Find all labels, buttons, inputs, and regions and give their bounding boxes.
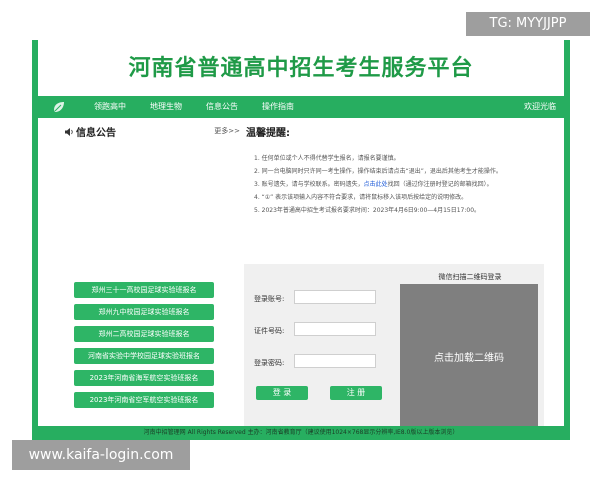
qr-load-text: 点击加载二维码	[434, 352, 504, 364]
signup-button-2[interactable]: 郑州九中校园足球实验班报名	[74, 304, 214, 320]
account-row: 登录账号:	[254, 290, 384, 308]
login-button[interactable]: 登 录	[256, 386, 308, 400]
tip-item-3: 3. 账号遗失，请与学校联系。密码遗失，点击此处找回（通过你注册时登记的邮箱找回…	[254, 178, 544, 191]
more-link[interactable]: 更多>>	[214, 126, 240, 136]
register-button[interactable]: 注 册	[330, 386, 382, 400]
tip-item-2: 2. 同一台电脑同时只许同一考生操作，操作结束后请点击“退出”，退出后其他考生才…	[254, 168, 502, 175]
signup-button-5[interactable]: 2023年河南省海军航空实验班报名	[74, 370, 214, 386]
announcement-sidebar: 信息公告 更多>> 郑州三十一高校园足球实验班报名 郑州九中校园足球实验班报名 …	[60, 124, 240, 424]
tip-item-1: 1. 任何单位或个人不得代替学生报名，请报名要谨慎。	[254, 155, 400, 162]
watermark-bottom: www.kaifa-login.com	[12, 440, 190, 470]
account-input[interactable]	[294, 290, 376, 304]
watermark-top: TG: MYYJJPP	[466, 12, 590, 36]
site-title: 河南省普通高中招生考生服务平台	[128, 56, 474, 81]
tips-title: 温馨提醒:	[246, 128, 290, 139]
qr-title: 微信扫描二维码登录	[438, 273, 502, 281]
id-number-input[interactable]	[294, 322, 376, 336]
recover-password-link[interactable]: 点击此处	[364, 181, 388, 188]
qr-code-box[interactable]: 点击加载二维码	[400, 284, 538, 428]
nav-item-2[interactable]: 地理生物	[150, 100, 182, 114]
header: 河南省普通高中招生考生服务平台	[38, 40, 564, 96]
speaker-icon	[65, 128, 73, 136]
account-label: 登录账号:	[254, 295, 285, 303]
password-input[interactable]	[294, 354, 376, 368]
login-area: 登录账号: 证件号码: 登录密码: 登 录 注 册 微信扫描二维码登录 点击加载…	[244, 264, 544, 430]
id-label: 证件号码:	[254, 327, 285, 335]
password-row: 登录密码:	[254, 354, 384, 372]
nav-item-1[interactable]: 领跑高中	[94, 100, 126, 114]
signup-button-list: 郑州三十一高校园足球实验班报名 郑州九中校园足球实验班报名 郑州二高校园足球实验…	[74, 282, 214, 414]
id-row: 证件号码:	[254, 322, 384, 340]
password-label: 登录密码:	[254, 359, 285, 367]
page-frame: 河南省普通高中招生考生服务平台 领跑高中 地理生物 信息公告 操作指南 欢迎光临…	[32, 40, 570, 440]
signup-button-6[interactable]: 2023年河南省空军航空实验班报名	[74, 392, 214, 408]
leaf-logo-icon	[54, 102, 64, 112]
signup-button-1[interactable]: 郑州三十一高校园足球实验班报名	[74, 282, 214, 298]
tip-item-5: 5. 2023年普通高中招生考试报名要求时间：2023年4月6日9:00—4月1…	[254, 207, 481, 214]
nav-bar: 领跑高中 地理生物 信息公告 操作指南 欢迎光临	[38, 96, 564, 118]
signup-button-4[interactable]: 河南省实验中学校园足球实验班报名	[74, 348, 214, 364]
welcome-text: 欢迎光临	[524, 102, 556, 111]
announcement-title-text: 信息公告	[76, 128, 116, 139]
tip-item-3-text: 3. 账号遗失，请与学校联系。密码遗失，	[254, 181, 364, 188]
nav-item-3[interactable]: 信息公告	[206, 100, 238, 114]
tip-item-4: 4. “①” 表示该项输入内容不符合要求，请将鼠标移入该项后按给定的说明修改。	[254, 194, 468, 201]
signup-button-3[interactable]: 郑州二高校园足球实验班报名	[74, 326, 214, 342]
footer: 河南中招管理网 All Rights Reserved 主办：河南省教育厅（建议…	[38, 426, 564, 440]
nav-item-4[interactable]: 操作指南	[262, 100, 294, 114]
tips-list: 1. 任何单位或个人不得代替学生报名，请报名要谨慎。 2. 同一台电脑同时只许同…	[254, 152, 544, 217]
announcement-title: 信息公告	[64, 124, 116, 139]
tip-item-3-suffix: 找回（通过你注册时登记的邮箱找回）。	[387, 181, 493, 188]
